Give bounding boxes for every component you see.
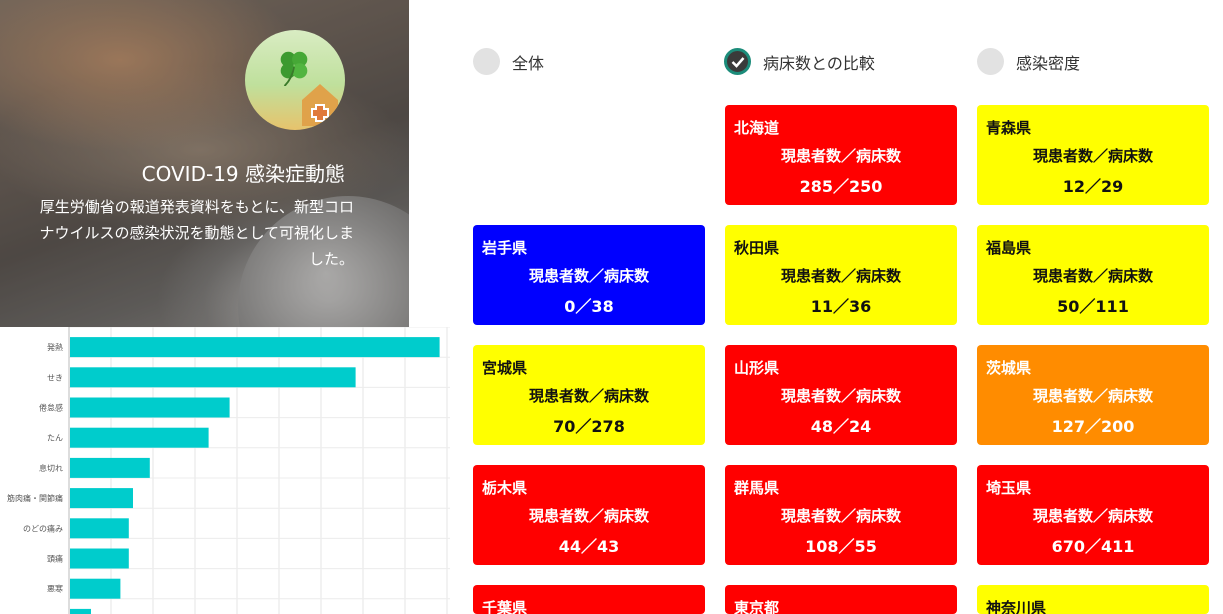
clover-icon [280, 51, 308, 86]
patients-beds-value: 108／55 [805, 537, 877, 556]
bar-7 [70, 548, 129, 569]
card-sub-label: 現患者数／病床数 [780, 147, 901, 165]
prefecture-name: 北海道 [734, 119, 780, 137]
prefecture-name: 東京都 [734, 599, 780, 614]
y-tick-label: 息切れ [39, 463, 63, 473]
bar-3 [70, 427, 209, 448]
y-tick-label: のどの痛み [23, 523, 63, 533]
prefecture-name: 群馬県 [734, 479, 780, 497]
y-tick-label: 発熱 [47, 342, 63, 352]
bar-8 [70, 578, 121, 599]
radio-overall[interactable]: 全体 [473, 48, 544, 75]
prefecture-card-tochigi[interactable]: 栃木県 現患者数／病床数 44／43 [473, 465, 705, 565]
y-tick-label: 筋肉痛・関節痛 [7, 493, 63, 503]
radio-button[interactable] [977, 48, 1004, 75]
prefecture-name: 埼玉県 [986, 479, 1032, 497]
y-tick-label: 倦怠感 [39, 403, 63, 413]
clover-logo [245, 30, 345, 130]
patients-beds-value: 70／278 [553, 417, 625, 436]
prefecture-card-gunma[interactable]: 群馬県 現患者数／病床数 108／55 [725, 465, 957, 565]
radio-bed-comparison[interactable]: 病床数との比較 [724, 48, 875, 75]
prefecture-card-aomori[interactable]: 青森県 現患者数／病床数 12／29 [977, 105, 1209, 205]
prefecture-name: 栃木県 [482, 479, 528, 497]
bar-6 [70, 518, 129, 539]
y-tick-label: せき [47, 373, 63, 382]
prefecture-card-fukushima[interactable]: 福島県 現患者数／病床数 50／111 [977, 225, 1209, 325]
radio-label: 感染密度 [1016, 53, 1081, 73]
prefecture-name: 千葉県 [482, 599, 528, 614]
patients-beds-value: 48／24 [810, 417, 872, 436]
card-sub-label: 現患者数／病床数 [780, 507, 901, 525]
radio-button[interactable] [473, 48, 500, 75]
prefecture-card-chiba[interactable]: 千葉県 [473, 585, 705, 614]
radio-infection-density[interactable]: 感染密度 [977, 48, 1080, 75]
radio-label: 病床数との比較 [763, 53, 875, 73]
prefecture-card-yamagata[interactable]: 山形県 現患者数／病床数 48／24 [725, 345, 957, 445]
card-sub-label: 現患者数／病床数 [528, 267, 649, 285]
y-tick-label: 悪寒 [47, 584, 63, 594]
card-sub-label: 現患者数／病床数 [780, 387, 901, 405]
prefecture-card-hokkaido[interactable]: 北海道 現患者数／病床数 285／250 [725, 105, 957, 205]
bar-1 [70, 367, 356, 388]
page-description: 厚生労働省の報道発表資料をもとに、新型コロ ナウイルスの感染状況を動態として可視… [39, 198, 354, 268]
patients-beds-value: 285／250 [799, 177, 883, 196]
prefecture-name: 宮城県 [482, 359, 528, 377]
y-tick-label: 頭痛 [47, 554, 63, 564]
bar-9 [70, 608, 91, 614]
prefecture-card-miyagi[interactable]: 宮城県 現患者数／病床数 70／278 [473, 345, 705, 445]
card-sub-label: 現患者数／病床数 [1032, 387, 1153, 405]
prefecture-card-akita[interactable]: 秋田県 現患者数／病床数 11／36 [725, 225, 957, 325]
patients-beds-value: 44／43 [558, 537, 620, 556]
bar-0 [70, 337, 440, 358]
y-tick-label: たん [47, 434, 63, 443]
prefecture-name: 福島県 [986, 239, 1032, 257]
patients-beds-value: 670／411 [1051, 537, 1135, 556]
prefecture-name: 秋田県 [734, 239, 780, 257]
bar-2 [70, 397, 230, 418]
house-icon [302, 84, 338, 126]
hero-banner: COVID-19 感染症動態 厚生労働省の報道発表資料をもとに、新型コロ ナウイ… [0, 0, 409, 327]
patients-beds-value: 0／38 [564, 297, 614, 316]
prefecture-name: 神奈川県 [986, 599, 1047, 614]
prefecture-card-saitama[interactable]: 埼玉県 現患者数／病床数 670／411 [977, 465, 1209, 565]
card-sub-label: 現患者数／病床数 [528, 387, 649, 405]
card-sub-label: 現患者数／病床数 [1032, 147, 1153, 165]
prefecture-card-ibaraki[interactable]: 茨城県 現患者数／病床数 127／200 [977, 345, 1209, 445]
prefecture-card-iwate[interactable]: 岩手県 現患者数／病床数 0／38 [473, 225, 705, 325]
card-sub-label: 現患者数／病床数 [528, 507, 649, 525]
bar-4 [70, 457, 150, 478]
prefecture-name: 青森県 [986, 119, 1032, 137]
bar-chart-svg: 発熱せき倦怠感たん息切れ筋肉痛・関節痛のどの痛み頭痛悪寒 [7, 327, 450, 614]
card-sub-label: 現患者数／病床数 [780, 267, 901, 285]
prefecture-card-tokyo[interactable]: 東京都 [725, 585, 957, 614]
patients-beds-value: 127／200 [1051, 417, 1135, 436]
symptom-bar-chart: 発熱せき倦怠感たん息切れ筋肉痛・関節痛のどの痛み頭痛悪寒 [0, 327, 450, 614]
radio-button[interactable] [724, 48, 751, 75]
patients-beds-value: 50／111 [1057, 297, 1129, 316]
prefecture-name: 山形県 [734, 359, 780, 377]
patients-beds-value: 11／36 [810, 297, 872, 316]
radio-label: 全体 [512, 53, 545, 73]
bar-5 [70, 488, 133, 509]
prefecture-name: 茨城県 [986, 359, 1032, 377]
check-icon [731, 56, 744, 68]
card-sub-label: 現患者数／病床数 [1032, 507, 1153, 525]
card-sub-label: 現患者数／病床数 [1032, 267, 1153, 285]
page-title: COVID-19 感染症動態 [141, 162, 345, 186]
prefecture-card-kanagawa[interactable]: 神奈川県 [977, 585, 1209, 614]
patients-beds-value: 12／29 [1062, 177, 1124, 196]
prefecture-name: 岩手県 [482, 239, 528, 257]
